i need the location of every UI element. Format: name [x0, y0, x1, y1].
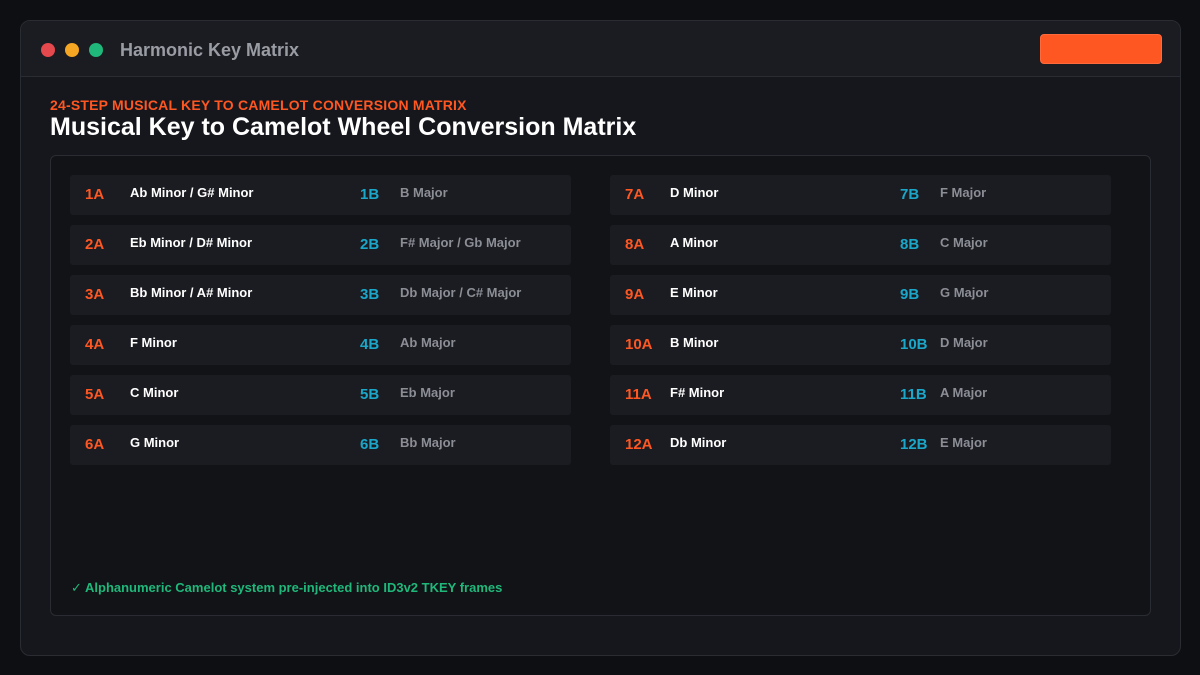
minor-key-name: Bb Minor / A# Minor — [130, 285, 253, 300]
camelot-major-code: 11B — [900, 386, 927, 403]
camelot-minor-code: 12A — [625, 436, 653, 453]
camelot-minor-code: 1A — [85, 186, 105, 203]
major-key-name: F# Major / Gb Major — [400, 235, 521, 250]
matrix-row: 7A D Minor 7B F Major — [610, 175, 1111, 215]
matrix-row: 2A Eb Minor / D# Minor 2B F# Major / Gb … — [70, 225, 571, 265]
check-icon: ✓ — [71, 580, 82, 595]
minor-key-name: Eb Minor / D# Minor — [130, 235, 253, 250]
camelot-minor-code: 11A — [625, 386, 652, 403]
action-button[interactable] — [1040, 34, 1162, 64]
camelot-major-code: 3B — [360, 286, 380, 303]
camelot-major-code: 2B — [360, 236, 380, 253]
conversion-matrix-panel: 1A Ab Minor / G# Minor 1B B Major 2A Eb … — [50, 155, 1151, 616]
major-key-name: E Major — [940, 435, 987, 450]
app-window: Harmonic Key Matrix 24-STEP MUSICAL KEY … — [20, 20, 1181, 656]
matrix-row: 12A Db Minor 12B E Major — [610, 425, 1111, 465]
camelot-minor-code: 10A — [625, 336, 653, 353]
camelot-minor-code: 3A — [85, 286, 105, 303]
minor-key-name: F Minor — [130, 335, 177, 350]
minor-key-name: F# Minor — [670, 385, 725, 400]
minor-key-name: Db Minor — [670, 435, 727, 450]
minor-key-name: E Minor — [670, 285, 718, 300]
matrix-row: 4A F Minor 4B Ab Major — [70, 325, 571, 365]
major-key-name: B Major — [400, 185, 448, 200]
matrix-column-right: 7A D Minor 7B F Major 8A A Minor 8B C Ma… — [610, 175, 1111, 475]
minimize-window-button[interactable] — [65, 43, 79, 57]
camelot-minor-code: 5A — [85, 386, 105, 403]
footer-note-text: Alphanumeric Camelot system pre-injected… — [85, 580, 503, 595]
major-key-name: C Major — [940, 235, 988, 250]
camelot-minor-code: 6A — [85, 436, 105, 453]
major-key-name: G Major — [940, 285, 989, 300]
page-eyebrow: 24-STEP MUSICAL KEY TO CAMELOT CONVERSIO… — [50, 97, 467, 113]
maximize-window-button[interactable] — [89, 43, 103, 57]
title-bar: Harmonic Key Matrix — [21, 21, 1180, 77]
camelot-minor-code: 9A — [625, 286, 645, 303]
minor-key-name: B Minor — [670, 335, 719, 350]
matrix-row: 6A G Minor 6B Bb Major — [70, 425, 571, 465]
camelot-major-code: 12B — [900, 436, 928, 453]
footer-note: ✓ Alphanumeric Camelot system pre-injecte… — [71, 580, 502, 596]
camelot-major-code: 5B — [360, 386, 380, 403]
minor-key-name: C Minor — [130, 385, 179, 400]
camelot-major-code: 4B — [360, 336, 380, 353]
minor-key-name: A Minor — [670, 235, 718, 250]
major-key-name: F Major — [940, 185, 987, 200]
camelot-minor-code: 7A — [625, 186, 645, 203]
camelot-minor-code: 8A — [625, 236, 645, 253]
camelot-major-code: 8B — [900, 236, 920, 253]
matrix-row: 1A Ab Minor / G# Minor 1B B Major — [70, 175, 571, 215]
matrix-row: 3A Bb Minor / A# Minor 3B Db Major / C# … — [70, 275, 571, 315]
major-key-name: Ab Major — [400, 335, 456, 350]
minor-key-name: D Minor — [670, 185, 719, 200]
minor-key-name: G Minor — [130, 435, 180, 450]
page-title: Musical Key to Camelot Wheel Conversion … — [50, 113, 637, 141]
matrix-row: 5A C Minor 5B Eb Major — [70, 375, 571, 415]
camelot-major-code: 7B — [900, 186, 920, 203]
major-key-name: Bb Major — [400, 435, 456, 450]
matrix-row: 9A E Minor 9B G Major — [610, 275, 1111, 315]
major-key-name: Eb Major — [400, 385, 455, 400]
camelot-major-code: 6B — [360, 436, 380, 453]
matrix-row: 11A F# Minor 11B A Major — [610, 375, 1111, 415]
camelot-major-code: 9B — [900, 286, 920, 303]
camelot-minor-code: 2A — [85, 236, 105, 253]
major-key-name: Db Major / C# Major — [400, 285, 522, 300]
close-window-button[interactable] — [41, 43, 55, 57]
major-key-name: A Major — [940, 385, 988, 400]
app-title: Harmonic Key Matrix — [120, 40, 300, 60]
matrix-row: 8A A Minor 8B C Major — [610, 225, 1111, 265]
camelot-major-code: 10B — [900, 336, 928, 353]
minor-key-name: Ab Minor / G# Minor — [130, 185, 254, 200]
matrix-row: 10A B Minor 10B D Major — [610, 325, 1111, 365]
camelot-minor-code: 4A — [85, 336, 105, 353]
matrix-column-left: 1A Ab Minor / G# Minor 1B B Major 2A Eb … — [70, 175, 571, 475]
major-key-name: D Major — [940, 335, 988, 350]
camelot-major-code: 1B — [360, 186, 380, 203]
